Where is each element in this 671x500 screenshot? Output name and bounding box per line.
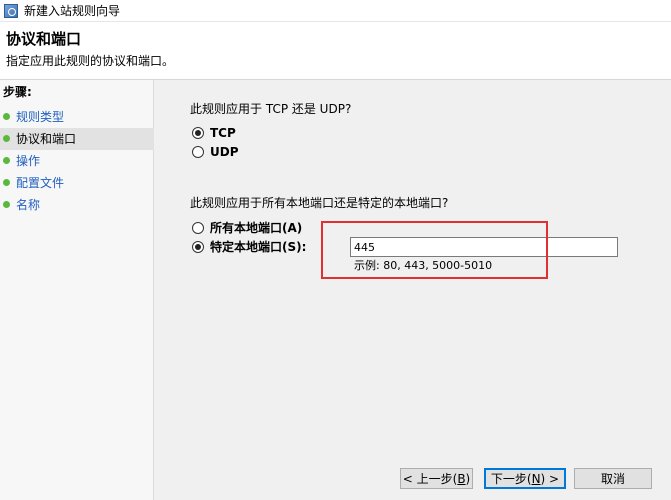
next-button[interactable]: 下一步(N) > <box>484 468 566 489</box>
page-description: 指定应用此规则的协议和端口。 <box>6 54 175 68</box>
radio-checked-icon[interactable] <box>192 240 204 253</box>
protocol-question: 此规则应用于 TCP 还是 UDP? <box>190 102 352 116</box>
firewall-app-icon <box>4 3 18 18</box>
radio-unchecked-icon[interactable] <box>192 146 204 158</box>
next-button-prefix: 下一步( <box>490 472 532 486</box>
tcp-radio[interactable]: TCP <box>192 126 236 140</box>
step-label: 操作 <box>16 154 41 168</box>
step-name[interactable]: 名称 <box>0 194 154 216</box>
tcp-label: TCP <box>210 126 236 140</box>
udp-label: UDP <box>210 145 239 159</box>
step-dot-icon <box>3 113 10 120</box>
all-ports-label: 所有本地端口(A) <box>210 221 303 235</box>
back-button[interactable]: < 上一步(B) <box>400 468 473 489</box>
steps-label: 步骤: <box>3 85 32 99</box>
specific-ports-label: 特定本地端口(S): <box>210 240 307 254</box>
step-label: 协议和端口 <box>16 132 77 146</box>
step-dot-icon <box>3 135 10 142</box>
title-bar: 新建入站规则向导 <box>0 0 671 22</box>
wizard-content: 此规则应用于 TCP 还是 UDP? TCP UDP 此规则应用于所有本地端口还… <box>155 80 671 500</box>
back-button-suffix: ) <box>465 471 471 486</box>
step-label: 配置文件 <box>16 176 65 190</box>
step-action[interactable]: 操作 <box>0 150 154 172</box>
udp-radio[interactable]: UDP <box>192 145 239 159</box>
step-rule-type[interactable]: 规则类型 <box>0 106 154 128</box>
highlight-box <box>321 221 548 279</box>
back-button-key: B <box>457 471 466 486</box>
step-label: 规则类型 <box>16 110 65 124</box>
step-protocol-and-ports[interactable]: 协议和端口 <box>0 128 154 150</box>
specific-ports-radio[interactable]: 特定本地端口(S): <box>192 238 306 255</box>
step-profile[interactable]: 配置文件 <box>0 172 154 194</box>
step-dot-icon <box>3 179 10 186</box>
wizard-header: 协议和端口 指定应用此规则的协议和端口。 <box>0 22 671 80</box>
steps-sidebar: 步骤: 规则类型 协议和端口 操作 配置文件 名称 <box>0 80 154 500</box>
all-ports-radio[interactable]: 所有本地端口(A) <box>192 219 302 236</box>
next-button-suffix: ) > <box>540 471 560 486</box>
back-button-prefix: < 上一步( <box>402 472 458 486</box>
page-title: 协议和端口 <box>6 30 82 48</box>
ports-question: 此规则应用于所有本地端口还是特定的本地端口? <box>190 196 449 210</box>
next-button-key: N <box>531 471 541 486</box>
cancel-button[interactable]: 取消 <box>574 468 652 489</box>
window-title: 新建入站规则向导 <box>24 4 121 18</box>
radio-unchecked-icon[interactable] <box>192 221 204 234</box>
steps-list: 规则类型 协议和端口 操作 配置文件 名称 <box>0 106 154 216</box>
step-dot-icon <box>3 201 10 208</box>
step-dot-icon <box>3 157 10 164</box>
step-label: 名称 <box>16 198 41 212</box>
radio-checked-icon[interactable] <box>192 127 204 139</box>
